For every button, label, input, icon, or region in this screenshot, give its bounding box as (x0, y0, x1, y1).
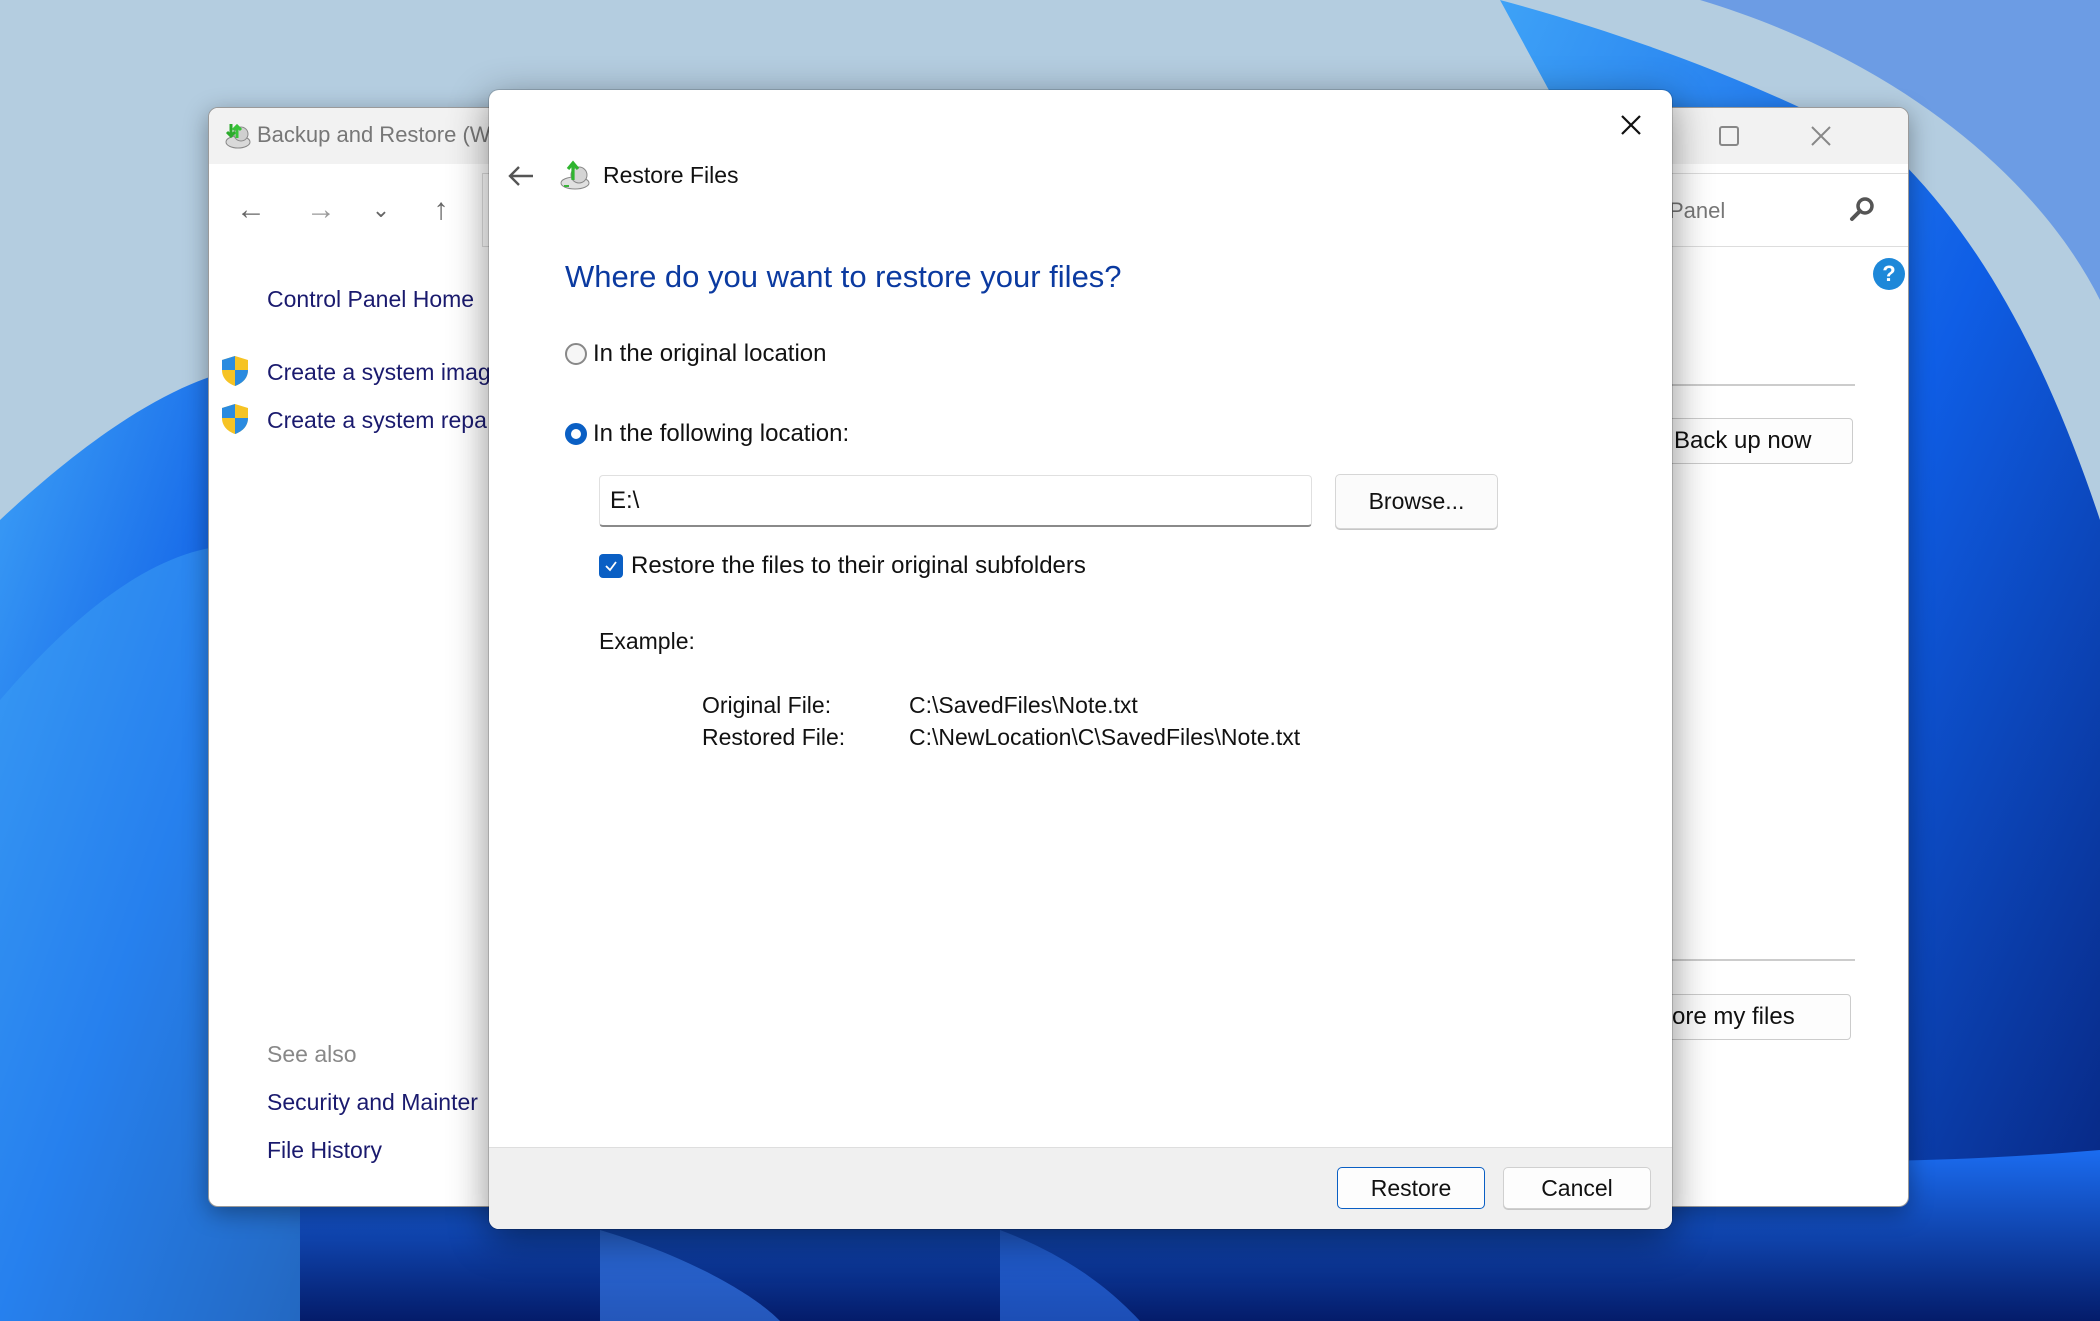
close-icon (1621, 115, 1641, 135)
question-icon: ? (1882, 261, 1896, 286)
dialog-title: Restore Files (603, 162, 739, 188)
dialog-heading: Where do you want to restore your files? (565, 259, 1122, 294)
security-maintenance-link[interactable]: Security and Mainter (267, 1089, 478, 1116)
maximize-button[interactable] (1699, 116, 1759, 156)
close-icon (1811, 126, 1831, 146)
location-path-input[interactable] (599, 475, 1312, 527)
cancel-label: Cancel (1541, 1174, 1613, 1201)
see-also-label: See also (267, 1041, 357, 1067)
file-history-link[interactable]: File History (267, 1137, 382, 1164)
arrow-left-icon: ← (236, 193, 266, 226)
search-icon[interactable] (1849, 196, 1875, 222)
original-location-option[interactable]: In the original location (565, 340, 826, 368)
original-location-label: In the original location (593, 340, 827, 367)
cancel-button[interactable]: Cancel (1503, 1167, 1651, 1209)
backup-restore-app-icon (225, 123, 251, 149)
nav-back-button[interactable]: ← (231, 190, 271, 230)
browse-button[interactable]: Browse... (1335, 474, 1498, 529)
search-box-text[interactable]: Panel (1669, 198, 1725, 224)
dialog-close-button[interactable] (1608, 102, 1654, 148)
following-location-label: In the following location: (593, 420, 850, 447)
arrow-up-icon: ↑ (433, 193, 449, 226)
restore-my-files-button[interactable]: ore my files (1649, 994, 1851, 1040)
radio-following-location[interactable] (565, 423, 587, 445)
create-system-image-link[interactable]: Create a system imag (267, 359, 491, 386)
window-title: Backup and Restore (W (257, 122, 491, 147)
maximize-icon (1719, 126, 1739, 146)
browse-label: Browse... (1368, 488, 1465, 514)
recent-locations-button[interactable]: ⌄ (361, 190, 401, 230)
help-button[interactable]: ? (1873, 258, 1905, 290)
control-panel-home-link[interactable]: Control Panel Home (267, 286, 474, 313)
restored-file-label: Restored File: (702, 724, 846, 750)
restore-my-files-label: ore my files (1672, 1003, 1795, 1030)
subfolders-label: Restore the files to their original subf… (631, 552, 1086, 579)
restore-files-dialog: Restore Files Where do you want to resto… (489, 90, 1672, 1229)
arrow-left-icon (508, 166, 533, 186)
create-repair-disc-link[interactable]: Create a system repa (267, 407, 487, 434)
dialog-back-button[interactable] (501, 156, 541, 196)
shield-icon (222, 356, 248, 386)
following-location-option[interactable]: In the following location: (565, 420, 849, 448)
original-file-value: C:\SavedFiles\Note.txt (909, 692, 1138, 718)
restored-file-value: C:\NewLocation\C\SavedFiles\Note.txt (909, 724, 1301, 750)
radio-original-location[interactable] (565, 343, 587, 365)
shield-icon (222, 404, 248, 434)
checkmark-icon (605, 561, 617, 572)
nav-up-button[interactable]: ↑ (421, 190, 461, 230)
chevron-down-icon: ⌄ (371, 197, 391, 222)
restore-label: Restore (1370, 1174, 1452, 1201)
original-file-label: Original File: (702, 692, 832, 718)
arrow-right-icon: → (306, 193, 336, 226)
example-label: Example: (599, 628, 695, 654)
dialog-footer: Restore Cancel (489, 1147, 1672, 1229)
subfolders-checkbox[interactable] (599, 554, 623, 578)
restore-files-icon (560, 160, 590, 190)
nav-forward-button[interactable]: → (301, 190, 341, 230)
back-up-now-button[interactable]: Back up now (1649, 418, 1853, 464)
back-up-now-label: Back up now (1674, 427, 1812, 454)
subfolders-option[interactable]: Restore the files to their original subf… (599, 552, 1086, 580)
restore-button[interactable]: Restore (1337, 1167, 1485, 1209)
window-close-button[interactable] (1791, 116, 1851, 156)
